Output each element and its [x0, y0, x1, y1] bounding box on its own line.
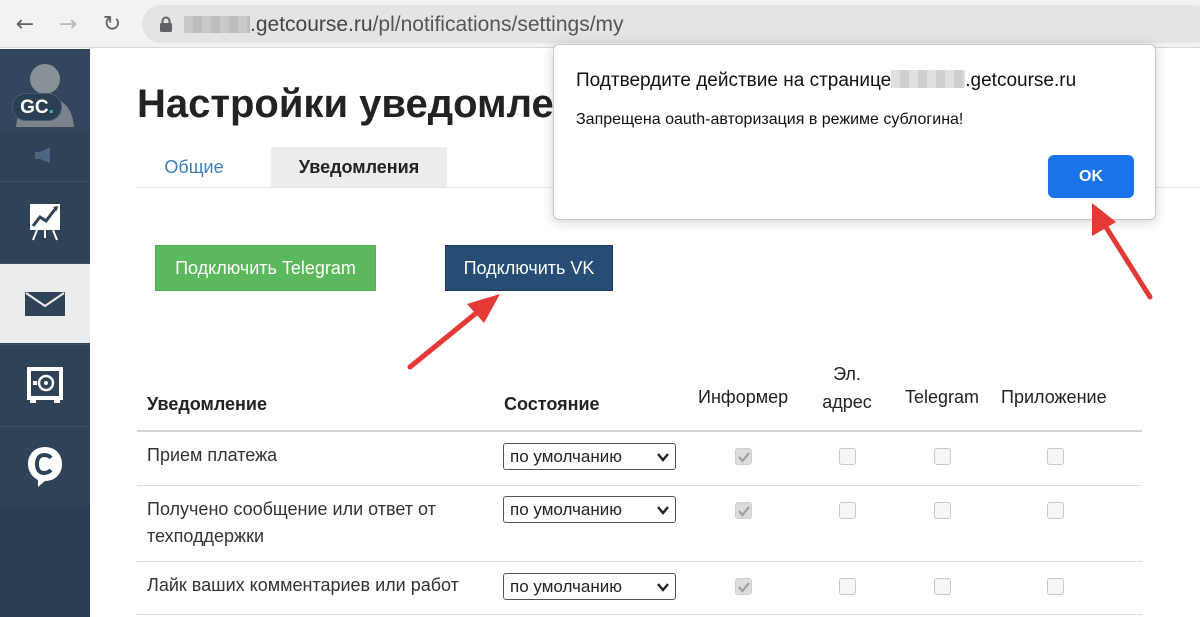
app-checkbox[interactable]: [1047, 448, 1064, 465]
email-checkbox[interactable]: [839, 502, 856, 519]
chevron-down-icon: [657, 583, 669, 592]
row-label-support: Получено сообщение или ответ от техподдер…: [147, 499, 436, 546]
url-text: .getcourse.ru/pl/notifications/settings/…: [250, 13, 624, 36]
table-header-divider: [137, 430, 1142, 432]
page-title: Настройки уведомлен: [137, 82, 578, 126]
sidebar-empty: [0, 507, 90, 617]
state-select[interactable]: по умолчанию: [503, 443, 676, 470]
app-checkbox[interactable]: [1047, 502, 1064, 519]
tab-general[interactable]: Общие: [137, 147, 251, 188]
email-checkbox[interactable]: [839, 578, 856, 595]
dialog-title: Подтвердите действие на странице .getcour…: [576, 70, 1077, 91]
sidebar-item-speaker[interactable]: [0, 131, 90, 179]
telegram-checkbox[interactable]: [934, 502, 951, 519]
header-notification: Уведомление: [147, 394, 268, 414]
forward-icon[interactable]: →: [53, 9, 83, 39]
email-checkbox[interactable]: [839, 448, 856, 465]
address-bar[interactable]: .getcourse.ru/pl/notifications/settings/…: [142, 5, 1200, 43]
url-redacted: [184, 16, 250, 33]
ok-button[interactable]: OK: [1048, 155, 1134, 198]
sidebar-item-chart[interactable]: [0, 181, 90, 261]
row-divider: [137, 614, 1142, 615]
connect-telegram-button[interactable]: Подключить Telegram: [155, 245, 376, 291]
row-label-likes: Лайк ваших комментариев или работ: [147, 575, 459, 595]
avatar[interactable]: GC.: [0, 49, 90, 131]
chart-icon: [30, 203, 60, 240]
back-icon[interactable]: ←: [10, 9, 40, 39]
connect-vk-button[interactable]: Подключить VK: [445, 245, 613, 291]
row-divider: [137, 485, 1142, 486]
browser-toolbar: ← → ↻ .getcourse.ru/pl/notifications/set…: [0, 0, 1200, 48]
state-select[interactable]: по умолчанию: [503, 573, 676, 600]
telegram-checkbox[interactable]: [934, 448, 951, 465]
dialog-message: Запрещена oauth-авторизация в режиме суб…: [576, 111, 964, 128]
telegram-checkbox[interactable]: [934, 578, 951, 595]
reload-icon[interactable]: ↻: [97, 9, 127, 39]
informer-checkbox[interactable]: [735, 578, 752, 595]
tab-notifications[interactable]: Уведомления: [271, 147, 447, 188]
header-state: Состояние: [504, 394, 600, 414]
row-divider: [137, 561, 1142, 562]
informer-checkbox[interactable]: [735, 448, 752, 465]
lock-icon: [160, 16, 172, 32]
gc-badge: GC.: [12, 93, 62, 121]
mail-icon: [25, 291, 65, 316]
safe-icon: [27, 366, 63, 403]
confirm-dialog: Подтвердите действие на странице .getcour…: [553, 44, 1156, 220]
sidebar: GC.: [0, 49, 90, 617]
arrow-to-vk-icon: [407, 294, 500, 370]
header-app: Приложение: [1001, 387, 1107, 407]
chevron-down-icon: [657, 453, 669, 462]
chat-icon: [28, 446, 62, 487]
informer-checkbox[interactable]: [735, 502, 752, 519]
sidebar-item-chat[interactable]: [0, 426, 90, 506]
sidebar-item-mail[interactable]: [0, 263, 90, 343]
row-label-payment: Прием платежа: [147, 445, 278, 465]
sidebar-item-safe[interactable]: [0, 344, 90, 424]
header-informer: Информер: [698, 387, 789, 407]
app-checkbox[interactable]: [1047, 578, 1064, 595]
state-select[interactable]: по умолчанию: [503, 496, 676, 523]
header-email: Эл. адрес: [822, 364, 872, 412]
dialog-redacted: [891, 70, 966, 88]
speaker-icon: [35, 147, 50, 163]
header-telegram: Telegram: [905, 387, 980, 407]
chevron-down-icon: [657, 506, 669, 515]
